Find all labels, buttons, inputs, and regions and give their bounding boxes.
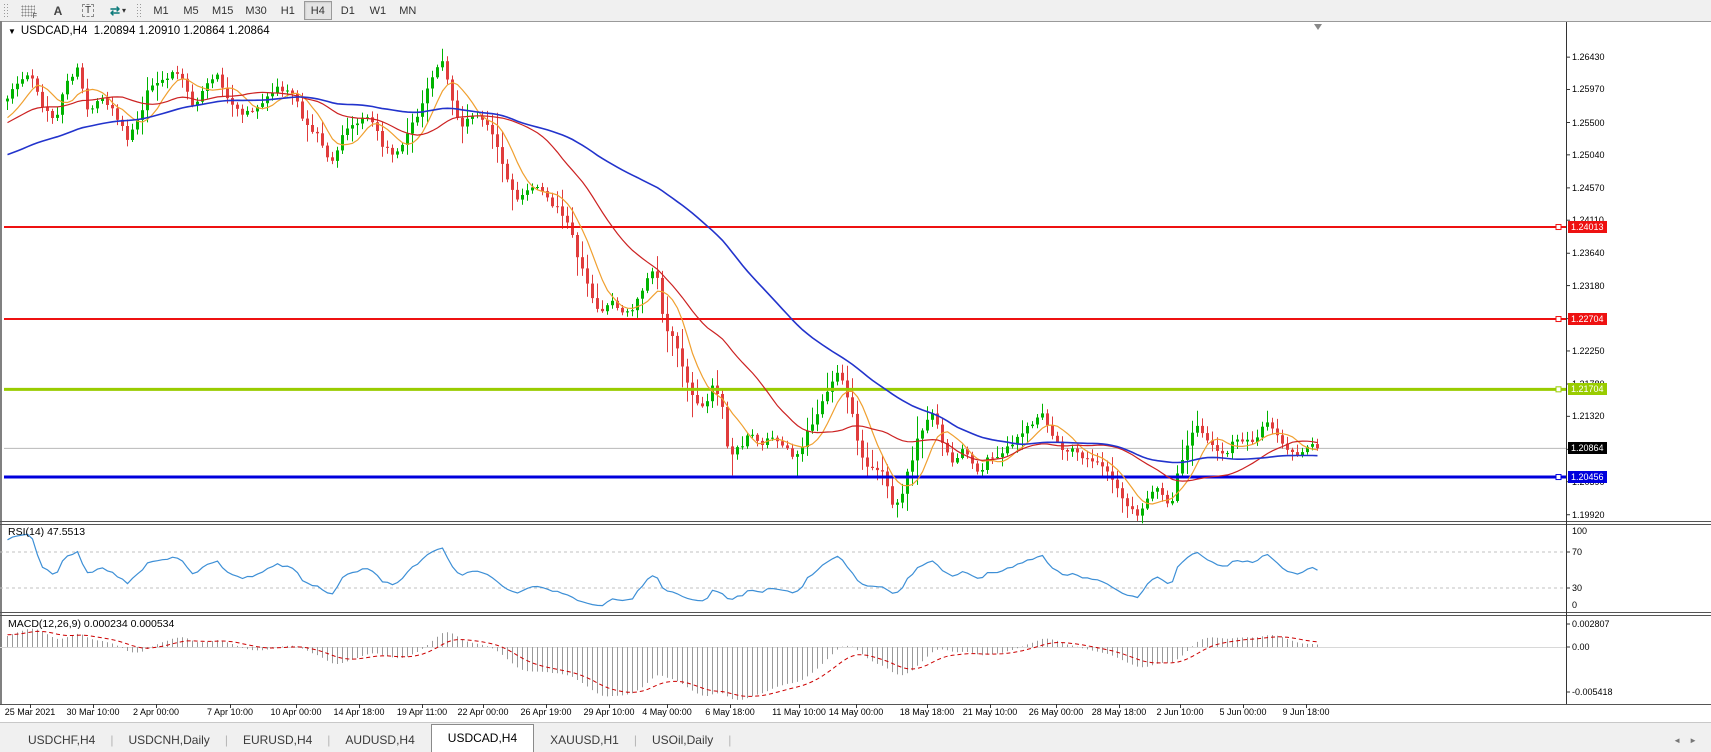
price-tick-label: 1.23180 <box>1572 281 1605 291</box>
rsi-tick-label: 30 <box>1572 583 1582 593</box>
ohlc-close: 1.20864 <box>228 25 270 37</box>
price-tick-label: 1.19920 <box>1572 510 1605 520</box>
price-tick-label: 1.24570 <box>1572 183 1605 193</box>
ohlc-open: 1.20894 <box>94 25 136 37</box>
price-tick-label: 1.21320 <box>1572 411 1605 421</box>
tab-xauusd-h1[interactable]: XAUUSD,H1 <box>536 728 633 752</box>
tab-usoil-daily[interactable]: USOil,Daily <box>638 728 727 752</box>
macd-tick-label: -0.005418 <box>1572 687 1613 697</box>
time-tick-label: 26 Apr 19:00 <box>520 707 571 717</box>
rsi-label: RSI(14) 47.5513 <box>8 526 85 538</box>
price-tick-label: 1.25970 <box>1572 84 1605 94</box>
time-tick-label: 2 Apr 00:00 <box>133 707 179 717</box>
time-tick-label: 28 May 18:00 <box>1092 707 1147 717</box>
time-tick-label: 4 May 00:00 <box>642 707 692 717</box>
time-tick-label: 14 May 00:00 <box>829 707 884 717</box>
panel-frame <box>0 21 1711 752</box>
time-tick-label: 18 May 18:00 <box>900 707 955 717</box>
time-tick-label: 10 Apr 00:00 <box>270 707 321 717</box>
time-tick-label: 29 Apr 10:00 <box>583 707 634 717</box>
time-tick-label: 22 Apr 00:00 <box>457 707 508 717</box>
price-tick-label: 1.22250 <box>1572 346 1605 356</box>
macd-label: MACD(12,26,9) 0.000234 0.000534 <box>8 618 174 630</box>
macd-tick-label: 0.002807 <box>1572 619 1610 629</box>
time-tick-label: 21 May 10:00 <box>963 707 1018 717</box>
level-badge-resistance-lower: 1.22704 <box>1568 313 1607 325</box>
ohlc-high: 1.20910 <box>139 25 181 37</box>
tab-usdchf-h4[interactable]: USDCHF,H4 <box>14 728 109 752</box>
chart-dropdown-arrow[interactable]: ▼ <box>8 27 16 36</box>
chart-title: ▼ USDCAD,H4 1.20894 1.20910 1.20864 1.208… <box>8 25 270 37</box>
time-tick-label: 26 May 00:00 <box>1029 707 1084 717</box>
level-badge-resistance-upper: 1.24013 <box>1568 221 1607 233</box>
tabs-scroll-left[interactable]: ◄ <box>1673 736 1689 745</box>
time-tick-label: 6 May 18:00 <box>705 707 755 717</box>
level-badge-pivot-green: 1.21704 <box>1568 383 1607 395</box>
tab-usdcnh-daily[interactable]: USDCNH,Daily <box>114 728 223 752</box>
ohlc-low: 1.20864 <box>183 25 225 37</box>
chart-tabs-bar: USDCHF,H4|USDCNH,Daily|EURUSD,H4|AUDUSD,… <box>0 722 1711 752</box>
time-tick-label: 14 Apr 18:00 <box>333 707 384 717</box>
time-tick-label: 25 Mar 2021 <box>5 707 56 717</box>
tab-separator: | <box>727 728 732 752</box>
tab-eurusd-h4[interactable]: EURUSD,H4 <box>229 728 326 752</box>
macd-tick-label: 0.00 <box>1572 642 1590 652</box>
mt4-window: F A T ⇄ ▾ M1M5M15M30H1H4D1W1MN ▼USDCAD,H… <box>0 0 1711 752</box>
time-tick-label: 30 Mar 10:00 <box>66 707 119 717</box>
price-tick-label: 1.25500 <box>1572 118 1605 128</box>
price-tick-label: 1.23640 <box>1572 248 1605 258</box>
time-tick-label: 9 Jun 18:00 <box>1282 707 1329 717</box>
tabs-scroll-right[interactable]: ► <box>1689 736 1705 745</box>
time-tick-label: 2 Jun 10:00 <box>1156 707 1203 717</box>
rsi-tick-label: 100 <box>1572 526 1587 536</box>
price-tick-label: 1.25040 <box>1572 150 1605 160</box>
price-tick-label: 1.26430 <box>1572 52 1605 62</box>
time-tick-label: 5 Jun 00:00 <box>1219 707 1266 717</box>
rsi-tick-label: 0 <box>1572 600 1577 610</box>
current-price-badge: 1.20864 <box>1568 442 1607 454</box>
chart-canvas[interactable] <box>0 0 1711 752</box>
chart-symbol-period: USDCAD,H4 <box>21 25 87 37</box>
rsi-tick-label: 70 <box>1572 547 1582 557</box>
time-tick-label: 11 May 10:00 <box>772 707 826 717</box>
tab-audusd-h4[interactable]: AUDUSD,H4 <box>331 728 428 752</box>
level-badge-support-blue: 1.20456 <box>1568 471 1607 483</box>
time-tick-label: 19 Apr 11:00 <box>397 707 447 717</box>
tab-usdcad-h4[interactable]: USDCAD,H4 <box>431 724 534 752</box>
time-tick-label: 7 Apr 10:00 <box>207 707 253 717</box>
